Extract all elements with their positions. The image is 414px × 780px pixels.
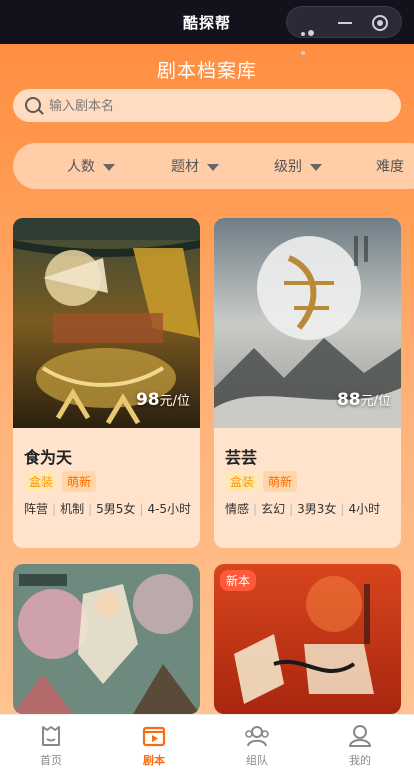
tag-list: 盒装 萌新 [225,471,301,492]
tab-label: 剧本 [143,754,165,767]
tab-team[interactable]: 组队 [227,723,287,768]
script-icon [142,726,166,747]
script-card[interactable]: 98元/位 食为天 盒装 萌新 阵营 | 机制 | 5男5女 | 4-5小时 [13,218,200,548]
script-card[interactable]: 88元/位 芸芸 盒装 萌新 情感 | 玄幻 | 3男3女 | 4小时 [214,218,401,548]
search-icon [25,97,41,113]
tag: 萌新 [62,471,97,492]
tab-label: 组队 [246,754,268,767]
close-target-icon[interactable] [372,15,388,31]
tag-list: 盒装 萌新 [24,471,100,492]
script-card[interactable] [13,564,200,714]
caret-down-icon [310,163,322,171]
tab-bar: 首页 剧本 组队 我的 [0,714,414,780]
filter-label: 级别 [274,159,302,175]
tab-home[interactable]: 首页 [21,723,81,768]
tab-scripts[interactable]: 剧本 [124,723,184,768]
search-bar[interactable] [13,89,401,122]
tab-mine[interactable]: 我的 [330,723,390,768]
more-icon[interactable] [301,21,323,55]
page-title: 剧本档案库 [156,60,257,82]
script-name: 芸芸 [225,448,258,467]
price-label: 98元/位 [135,390,190,410]
filter-label: 题材 [171,159,199,175]
top-bar: 酷探帮 [0,0,414,55]
script-name: 食为天 [24,448,73,467]
tag: 盒装 [24,471,59,492]
tag: 萌新 [263,471,298,492]
minimize-icon[interactable] [338,22,352,24]
team-icon [245,726,269,747]
mini-program-capsule[interactable] [286,6,402,55]
filter-bar: 人数 题材 级别 难度 [13,143,414,189]
filter-level[interactable]: 级别 [274,156,322,176]
filter-difficulty[interactable]: 难度 [376,156,404,176]
new-badge: 新本 [220,570,257,591]
user-icon [348,725,372,747]
script-meta: 阵营 | 机制 | 5男5女 | 4-5小时 [24,502,192,516]
home-icon [42,726,60,746]
price-label: 88元/位 [336,390,391,410]
tab-label: 我的 [349,754,371,767]
caret-down-icon [103,163,115,171]
tab-label: 首页 [40,754,62,767]
search-input[interactable] [49,95,389,117]
script-meta: 情感 | 玄幻 | 3男3女 | 4小时 [225,502,381,516]
caret-down-icon [207,163,219,171]
script-card[interactable]: 新本 [214,564,401,714]
filter-label: 难度 [376,159,404,175]
tag: 盒装 [225,471,260,492]
filter-theme[interactable]: 题材 [171,156,219,176]
filter-label: 人数 [67,159,95,175]
cover-image [13,564,200,714]
filter-players[interactable]: 人数 [67,156,115,176]
